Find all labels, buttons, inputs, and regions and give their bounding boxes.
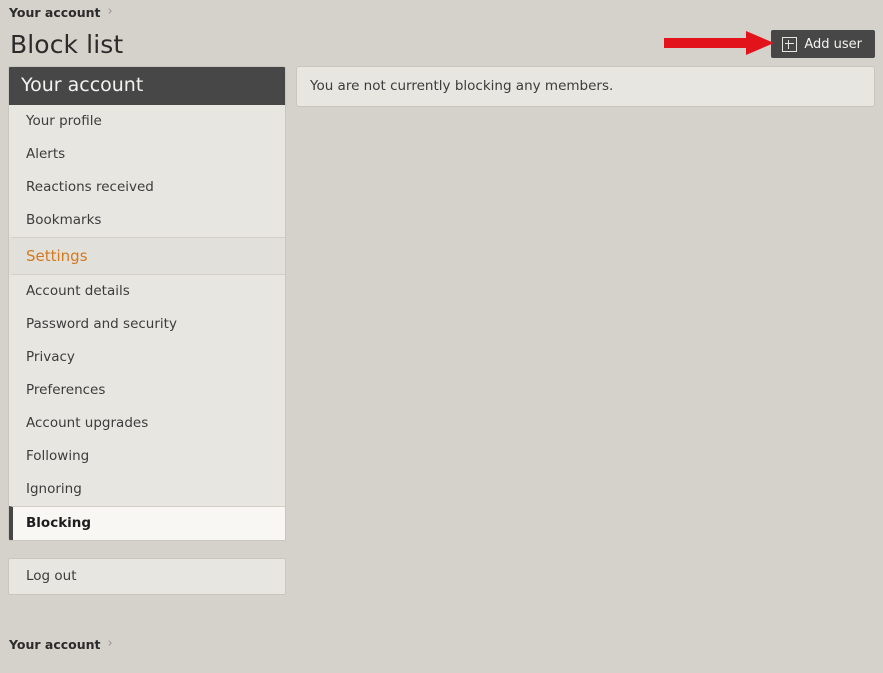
empty-state-notice: You are not currently blocking any membe… [296,66,875,107]
sidebar-item-blocking[interactable]: Blocking [9,505,285,540]
sidebar-item-privacy[interactable]: Privacy [9,340,285,374]
add-user-button-label: Add user [804,36,862,52]
main-content: You are not currently blocking any membe… [296,66,875,107]
sidebar-item-ignoring[interactable]: Ignoring [9,472,285,506]
sidebar-header: Your account [9,67,285,105]
sidebar-item-preferences[interactable]: Preferences [9,373,285,407]
breadcrumb-link-your-account[interactable]: Your account [9,5,101,20]
sidebar-item-account-details[interactable]: Account details [9,274,285,308]
logout-block: Log out [8,557,286,595]
sidebar-nav-block: Your account Your profile Alerts Reactio… [8,66,286,541]
sidebar-item-bookmarks[interactable]: Bookmarks [9,203,285,237]
chevron-right-icon-bottom: › [107,635,113,651]
chevron-right-icon: › [107,3,113,19]
breadcrumb-bottom-link-your-account[interactable]: Your account [9,637,101,652]
sidebar-item-account-upgrades[interactable]: Account upgrades [9,406,285,440]
sidebar-item-alerts[interactable]: Alerts [9,137,285,171]
breadcrumb-top: Your account › [0,0,883,24]
sidebar-item-log-out[interactable]: Log out [9,559,285,594]
add-user-button[interactable]: Add user [771,30,875,58]
page-title: Block list [10,30,124,59]
page-layout: Your account Your profile Alerts Reactio… [0,66,883,595]
sidebar-item-reactions-received[interactable]: Reactions received [9,170,285,204]
sidebar-item-following[interactable]: Following [9,439,285,473]
plus-square-icon [782,36,798,52]
page-header: Block list Add user [0,24,883,66]
sidebar-item-password-and-security[interactable]: Password and security [9,307,285,341]
sidebar-item-your-profile[interactable]: Your profile [9,104,285,138]
sidebar: Your account Your profile Alerts Reactio… [8,66,286,595]
sidebar-section-settings[interactable]: Settings [9,236,285,275]
breadcrumb-bottom: Your account › [0,635,113,653]
